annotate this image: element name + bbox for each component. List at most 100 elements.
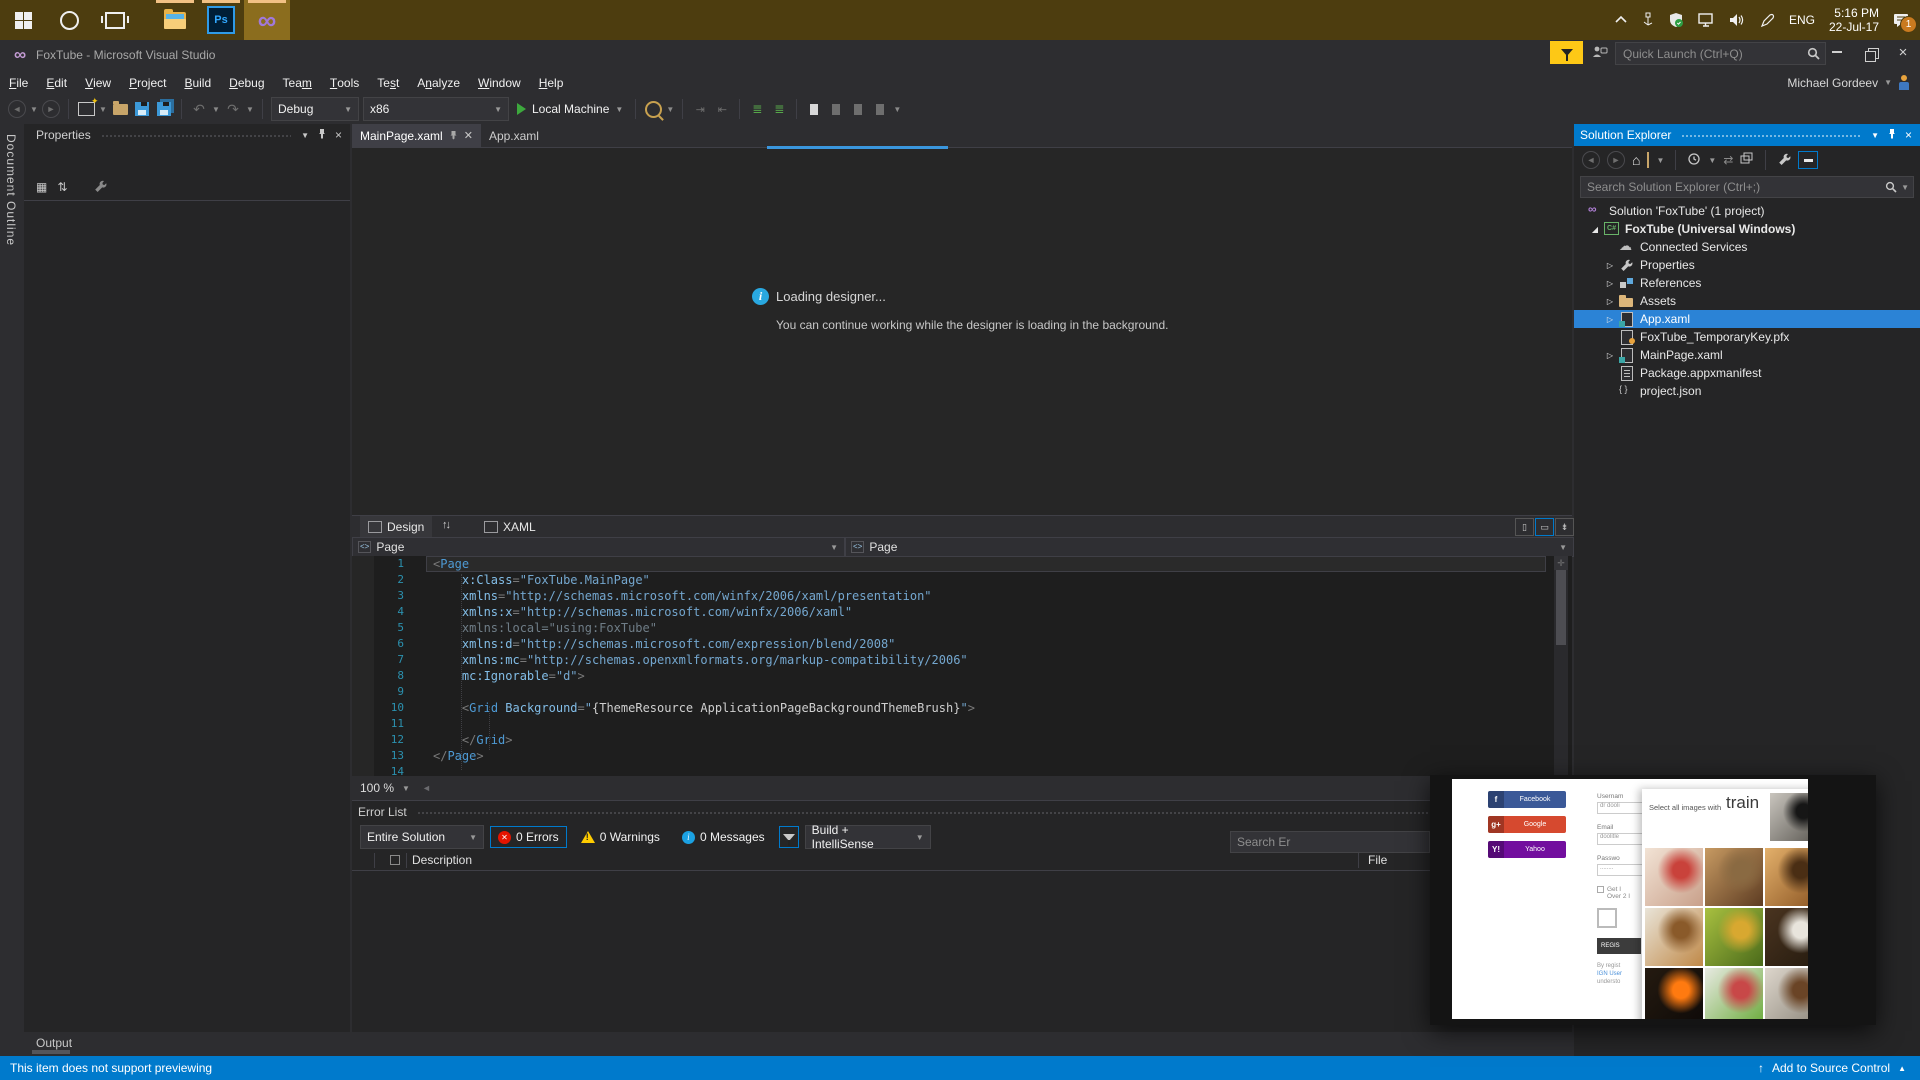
save-all-button[interactable] <box>155 100 173 118</box>
step-into-button[interactable]: ⇥ <box>691 100 709 118</box>
solution-explorer-item[interactable]: ▷ MainPage.xaml <box>1574 346 1920 364</box>
indent-increase-button[interactable]: ≣ <box>770 100 788 118</box>
close-icon[interactable]: ✕ <box>464 129 473 142</box>
scrollbar-thumb[interactable] <box>1556 559 1566 645</box>
switch-views-dropdown[interactable]: ▼ <box>1656 156 1664 165</box>
next-bookmark-button[interactable] <box>849 100 867 118</box>
window-position-dropdown[interactable]: ▼ <box>1871 131 1879 140</box>
solution-explorer-item[interactable]: ▷ Properties <box>1574 256 1920 274</box>
google-login-button[interactable]: g+ Google <box>1488 816 1566 833</box>
back-button[interactable]: ◄ <box>1582 151 1600 169</box>
usb-device-icon[interactable] <box>1642 12 1654 28</box>
captcha-image-breakfast-plate[interactable] <box>1645 908 1703 966</box>
collapsed-arrow-icon[interactable]: ▷ <box>1602 279 1618 288</box>
menu-build[interactable]: Build <box>175 71 220 94</box>
solution-explorer-item[interactable]: Package.appxmanifest <box>1574 364 1920 382</box>
xaml-code-editor[interactable]: 1 <Page 2 x:Class="FoxTube.MainPage" 3 xmln… <box>352 556 1572 776</box>
error-list-title-bar[interactable]: Error List <box>352 801 1572 823</box>
captcha-image-dessert-glass[interactable] <box>1705 848 1763 906</box>
account-area[interactable]: Michael Gordeev ▼ <box>1787 75 1920 90</box>
register-button[interactable]: REGIS <box>1597 938 1641 954</box>
step-over-button[interactable]: ⇤ <box>713 100 731 118</box>
indent-decrease-button[interactable]: ≣ <box>748 100 766 118</box>
toggle-bookmark-button[interactable] <box>805 100 823 118</box>
alphabetical-sort-button[interactable]: ⇅ <box>57 180 67 194</box>
zoom-level-dropdown[interactable]: 100 % ▼ <box>356 779 414 797</box>
find-in-files-button[interactable] <box>644 100 662 118</box>
solution-explorer-item[interactable]: ◢ FoxTube (Universal Windows) <box>1574 220 1920 238</box>
close-button[interactable]: × <box>1888 40 1918 64</box>
platform-dropdown[interactable]: x86 ▼ <box>363 97 509 121</box>
error-source-dropdown[interactable]: Build + IntelliSense ▼ <box>804 823 931 851</box>
design-view-tab[interactable]: Design <box>360 516 433 537</box>
task-view-button[interactable] <box>92 0 138 40</box>
captcha-image-coffee-cup-cookie[interactable] <box>1765 968 1808 1019</box>
pen-icon[interactable] <box>1760 13 1775 28</box>
save-button[interactable] <box>133 100 151 118</box>
menu-help[interactable]: Help <box>530 71 573 94</box>
photoshop-taskbar-button[interactable]: Ps <box>198 0 244 40</box>
start-button[interactable] <box>0 0 46 40</box>
collapsed-arrow-icon[interactable]: ▷ <box>1602 351 1618 360</box>
pin-icon[interactable] <box>1887 128 1897 142</box>
menu-tools[interactable]: Tools <box>321 71 368 94</box>
document-outline-tab[interactable]: Document Outline <box>4 134 18 246</box>
undo-button[interactable]: ↶ <box>190 100 208 118</box>
home-button[interactable]: ⌂ <box>1632 152 1640 168</box>
expanded-arrow-icon[interactable]: ◢ <box>1587 225 1603 234</box>
refresh-button[interactable]: ⇄ <box>1723 153 1733 167</box>
file-explorer-taskbar-button[interactable] <box>152 0 198 40</box>
previous-bookmark-button[interactable] <box>827 100 845 118</box>
navigate-forward-button[interactable]: ► <box>42 100 60 118</box>
action-center-button[interactable]: 1 <box>1893 13 1917 33</box>
warnings-filter-button[interactable]: 0 Warnings <box>573 826 668 848</box>
categorized-button[interactable]: ▦ <box>36 180 47 194</box>
collapsed-arrow-icon[interactable]: ▷ <box>1602 297 1618 306</box>
solution-explorer-item[interactable]: ▷ References <box>1574 274 1920 292</box>
messages-filter-button[interactable]: i 0 Messages <box>674 826 773 848</box>
preview-selected-items-button[interactable] <box>1798 151 1819 169</box>
collapsed-arrow-icon[interactable]: ▷ <box>1602 315 1618 324</box>
new-project-button[interactable] <box>77 96 98 118</box>
captcha-image-coffee-beans-cup[interactable] <box>1765 908 1808 966</box>
close-icon[interactable]: × <box>1905 128 1912 142</box>
add-to-source-control-button[interactable]: ↑ Add to Source Control ▲ <box>1758 1061 1920 1075</box>
filter-dropdown[interactable]: ▼ <box>1708 156 1716 165</box>
menu-file[interactable]: File <box>0 71 37 94</box>
solution-explorer-item[interactable]: FoxTube_TemporaryKey.pfx <box>1574 328 1920 346</box>
forward-button[interactable]: ► <box>1607 151 1625 169</box>
clock[interactable]: 5:16 PM 22-Jul-17 <box>1829 6 1879 34</box>
defender-shield-icon[interactable] <box>1668 12 1684 28</box>
breadcrumb-right[interactable]: <> Page ▼ <box>845 537 1574 557</box>
yahoo-login-button[interactable]: Y! Yahoo <box>1488 841 1566 858</box>
configuration-dropdown[interactable]: Debug ▼ <box>271 97 359 121</box>
navigate-back-dropdown[interactable]: ▼ <box>30 105 38 114</box>
show-hidden-icons-chevron[interactable] <box>1614 15 1628 25</box>
redo-dropdown[interactable]: ▼ <box>246 105 254 114</box>
description-column-header[interactable]: Description <box>412 853 472 867</box>
vertical-split-button[interactable]: ▯ <box>1515 518 1534 536</box>
xaml-view-tab[interactable]: XAML <box>476 516 544 537</box>
restore-button[interactable] <box>1855 44 1885 68</box>
file-column-header[interactable]: File <box>1368 853 1387 867</box>
properties-title-bar[interactable]: Properties ▼ × <box>24 124 350 146</box>
navigate-back-button[interactable]: ◄ <box>8 100 26 118</box>
menu-debug[interactable]: Debug <box>220 71 273 94</box>
solution-explorer-item[interactable]: Solution 'FoxTube' (1 project) <box>1574 202 1920 220</box>
filter-button[interactable] <box>778 826 799 848</box>
menu-test[interactable]: Te s t <box>368 71 408 94</box>
checkbox[interactable] <box>1597 886 1604 893</box>
error-scope-dropdown[interactable]: Entire Solution ▼ <box>360 825 484 849</box>
menu-analyze[interactable]: An alyze <box>408 71 469 94</box>
pin-icon[interactable] <box>317 128 327 142</box>
captcha-image-strawberry-cake[interactable] <box>1645 848 1703 906</box>
quick-launch-input[interactable]: Quick Launch (Ctrl+Q) <box>1615 42 1826 65</box>
clear-bookmarks-button[interactable] <box>871 100 889 118</box>
swap-panes-button[interactable]: ↑↓ <box>442 519 451 531</box>
volume-icon[interactable] <box>1729 13 1746 27</box>
scroll-left-arrow[interactable]: ◄ <box>422 783 431 793</box>
minimize-button[interactable] <box>1822 40 1852 64</box>
network-display-icon[interactable] <box>1698 13 1715 27</box>
facebook-login-button[interactable]: f Facebook <box>1488 791 1566 808</box>
editor-split-handle[interactable]: ✛ <box>1554 556 1568 570</box>
